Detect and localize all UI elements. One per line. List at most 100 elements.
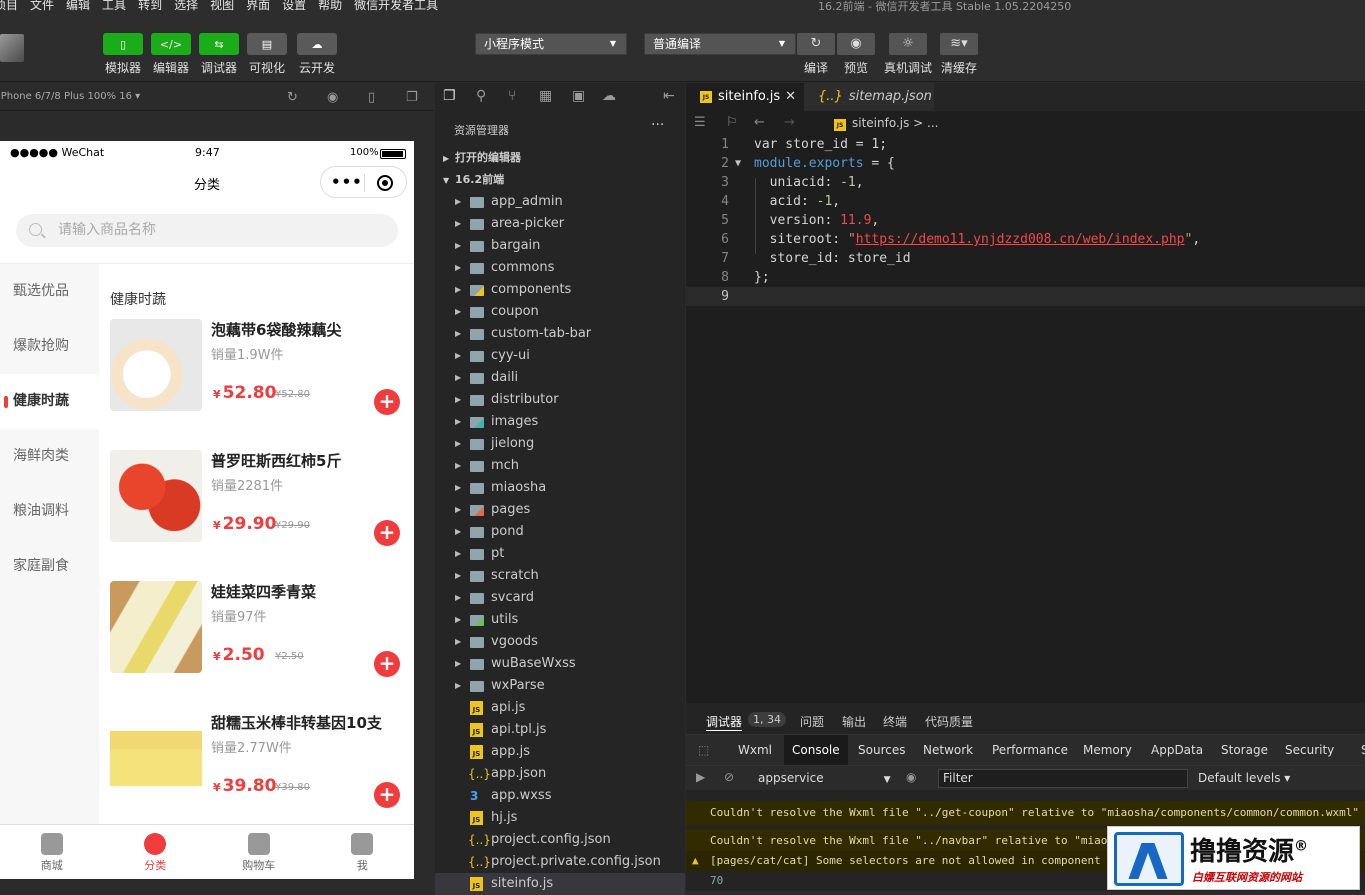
menu-item[interactable]: 微信开发者工具 xyxy=(354,0,438,13)
bookmark-icon[interactable]: ⚐ xyxy=(726,115,738,130)
search-icon[interactable]: ⚲ xyxy=(476,88,486,104)
tab-output[interactable]: 输出 xyxy=(842,713,866,730)
mode-select[interactable]: 小程序模式 ▼ xyxy=(475,33,627,55)
editor-button[interactable]: </> 编辑器 xyxy=(151,33,191,76)
category-item[interactable]: 粮油调料 xyxy=(0,484,99,539)
folder-item[interactable]: ▶ pages xyxy=(435,499,685,521)
menu-item[interactable]: 转到 xyxy=(138,0,162,13)
menu-item[interactable]: 编辑 xyxy=(66,0,90,13)
add-to-cart-button[interactable]: + xyxy=(374,782,400,808)
extensions-icon[interactable]: ▦ xyxy=(539,88,552,104)
debugger-button[interactable]: ⇆ 调试器 xyxy=(199,33,239,76)
clear-cache-button[interactable]: ≋▾ 清缓存 xyxy=(940,33,978,76)
tab-storage[interactable]: Storage xyxy=(1213,735,1276,765)
phone-icon[interactable]: ▯ xyxy=(368,90,375,105)
stop-icon[interactable]: ◉ xyxy=(327,90,338,105)
folder-item[interactable]: ▶ coupon xyxy=(435,301,685,323)
filter-input[interactable]: Filter xyxy=(938,769,1188,788)
search-input[interactable]: 请输入商品名称 xyxy=(16,214,398,247)
menu-item[interactable]: 工具 xyxy=(102,0,126,13)
folder-item[interactable]: ▶ pond xyxy=(435,521,685,543)
tab-memory[interactable]: Memory xyxy=(1075,735,1140,765)
menu-item[interactable]: 视图 xyxy=(210,0,234,13)
product-card[interactable]: 普罗旺斯西红柿5斤 销量2281件 ¥29.90 ¥29.90 + xyxy=(110,450,410,550)
tab-home[interactable]: 商城 xyxy=(0,825,104,879)
tab-debugger[interactable]: 调试器 xyxy=(706,713,743,731)
clear-console-icon[interactable]: ⊘ xyxy=(724,770,734,784)
reload-icon[interactable]: ↻ xyxy=(287,90,298,105)
collapse-panel-icon[interactable]: ⇤ xyxy=(663,88,675,104)
tab-console[interactable]: Console xyxy=(784,735,848,765)
preview-button[interactable]: ◉ 预览 xyxy=(837,33,875,76)
folder-item[interactable]: ▶ jielong xyxy=(435,433,685,455)
tab-sources[interactable]: Sources xyxy=(850,735,913,765)
folder-item[interactable]: ▶ mch xyxy=(435,455,685,477)
product-card[interactable]: 甜糯玉米棒非转基因10支 销量2.77W件 ¥39.80 ¥39.80 + xyxy=(110,712,410,812)
capsule-menu[interactable]: ••• xyxy=(320,166,407,198)
tab-appdata[interactable]: AppData xyxy=(1143,735,1211,765)
close-icon[interactable]: ✕ xyxy=(785,83,796,111)
category-item[interactable]: 海鲜肉类 xyxy=(0,429,99,484)
add-to-cart-button[interactable]: + xyxy=(374,651,400,677)
back-icon[interactable]: ← xyxy=(754,115,765,130)
file-item[interactable]: JS siteinfo.js xyxy=(435,873,685,895)
sidebar-toggle-icon[interactable]: ▶ xyxy=(696,770,705,784)
tab-performance[interactable]: Performance xyxy=(984,735,1076,765)
folder-item[interactable]: ▶ scratch xyxy=(435,565,685,587)
menu-item[interactable]: 设置 xyxy=(282,0,306,13)
tab-siteinfo-js[interactable]: JS siteinfo.js ✕ xyxy=(686,83,804,111)
category-item[interactable]: 甄选优品 xyxy=(0,264,99,319)
tab-terminal[interactable]: 终端 xyxy=(883,713,907,730)
log-levels-select[interactable]: Default levels ▾ xyxy=(1198,771,1290,785)
tab-security[interactable]: Security xyxy=(1277,735,1342,765)
category-item-active[interactable]: 健康时蔬 xyxy=(0,374,99,429)
forward-icon[interactable]: → xyxy=(784,115,795,130)
eye-icon[interactable]: ◉ xyxy=(906,770,916,784)
list-icon[interactable]: ☰ xyxy=(694,115,706,130)
tab-wxml[interactable]: Wxml xyxy=(730,735,780,765)
folder-item[interactable]: ▶ area-picker xyxy=(435,213,685,235)
folder-item[interactable]: ▶ custom-tab-bar xyxy=(435,323,685,345)
remote-debug-button[interactable]: ☼ 真机调试 xyxy=(884,33,932,76)
more-icon[interactable]: ··· xyxy=(651,117,664,133)
tab-category[interactable]: 分类 xyxy=(104,825,208,879)
inspect-icon[interactable]: ⬚ xyxy=(690,735,717,765)
category-item[interactable]: 家庭副食 xyxy=(0,539,99,594)
file-item[interactable]: {..} project.config.json xyxy=(435,829,685,851)
folder-item[interactable]: ▶ daili xyxy=(435,367,685,389)
folder-item[interactable]: ▶ cyy-ui xyxy=(435,345,685,367)
tab-code-quality[interactable]: 代码质量 xyxy=(925,713,973,730)
menu-item[interactable]: 选择 xyxy=(174,0,198,13)
folder-item[interactable]: ▶ distributor xyxy=(435,389,685,411)
file-item[interactable]: {..} project.private.config.json xyxy=(435,851,685,873)
cloud-dev-button[interactable]: ☁ 云开发 xyxy=(297,33,337,76)
avatar[interactable] xyxy=(0,34,24,62)
file-item[interactable]: JS app.js xyxy=(435,741,685,763)
folder-item[interactable]: ▶ pt xyxy=(435,543,685,565)
menu-item[interactable]: 项目 xyxy=(0,0,18,13)
menu-item[interactable]: 文件 xyxy=(30,0,54,13)
close-miniprogram-icon[interactable] xyxy=(377,175,393,191)
file-item[interactable]: {..} app.json xyxy=(435,763,685,785)
file-item[interactable]: JS hj.js xyxy=(435,807,685,829)
add-to-cart-button[interactable]: + xyxy=(374,389,400,415)
open-editors-section[interactable]: ▶ 打开的编辑器 xyxy=(435,147,685,169)
folder-item[interactable]: ▶ bargain xyxy=(435,235,685,257)
tab-cart[interactable]: 购物车 xyxy=(207,825,311,879)
compile-select[interactable]: 普通编译 ▼ xyxy=(644,33,796,55)
product-card[interactable]: 娃娃菜四季青菜 销量97件 ¥2.50 ¥2.50 + xyxy=(110,581,410,681)
panel-icon[interactable]: ▣ xyxy=(572,88,585,104)
folder-item[interactable]: ▶ commons xyxy=(435,257,685,279)
context-select[interactable]: appservice ▼ xyxy=(758,771,891,785)
project-section[interactable]: ▼ 16.2前端 xyxy=(435,169,685,191)
folder-item[interactable]: ▶ images xyxy=(435,411,685,433)
menu-item[interactable]: 帮助 xyxy=(318,0,342,13)
file-item[interactable]: JS api.js xyxy=(435,697,685,719)
visual-button[interactable]: ▤ 可视化 xyxy=(247,33,287,76)
folder-item[interactable]: ▶ vgoods xyxy=(435,631,685,653)
compile-button[interactable]: ↻ 编译 xyxy=(797,33,835,76)
tab-more[interactable]: S xyxy=(1353,735,1365,765)
folder-item[interactable]: ▶ svcard xyxy=(435,587,685,609)
tab-network[interactable]: Network xyxy=(915,735,981,765)
folder-item[interactable]: ▶ miaosha xyxy=(435,477,685,499)
